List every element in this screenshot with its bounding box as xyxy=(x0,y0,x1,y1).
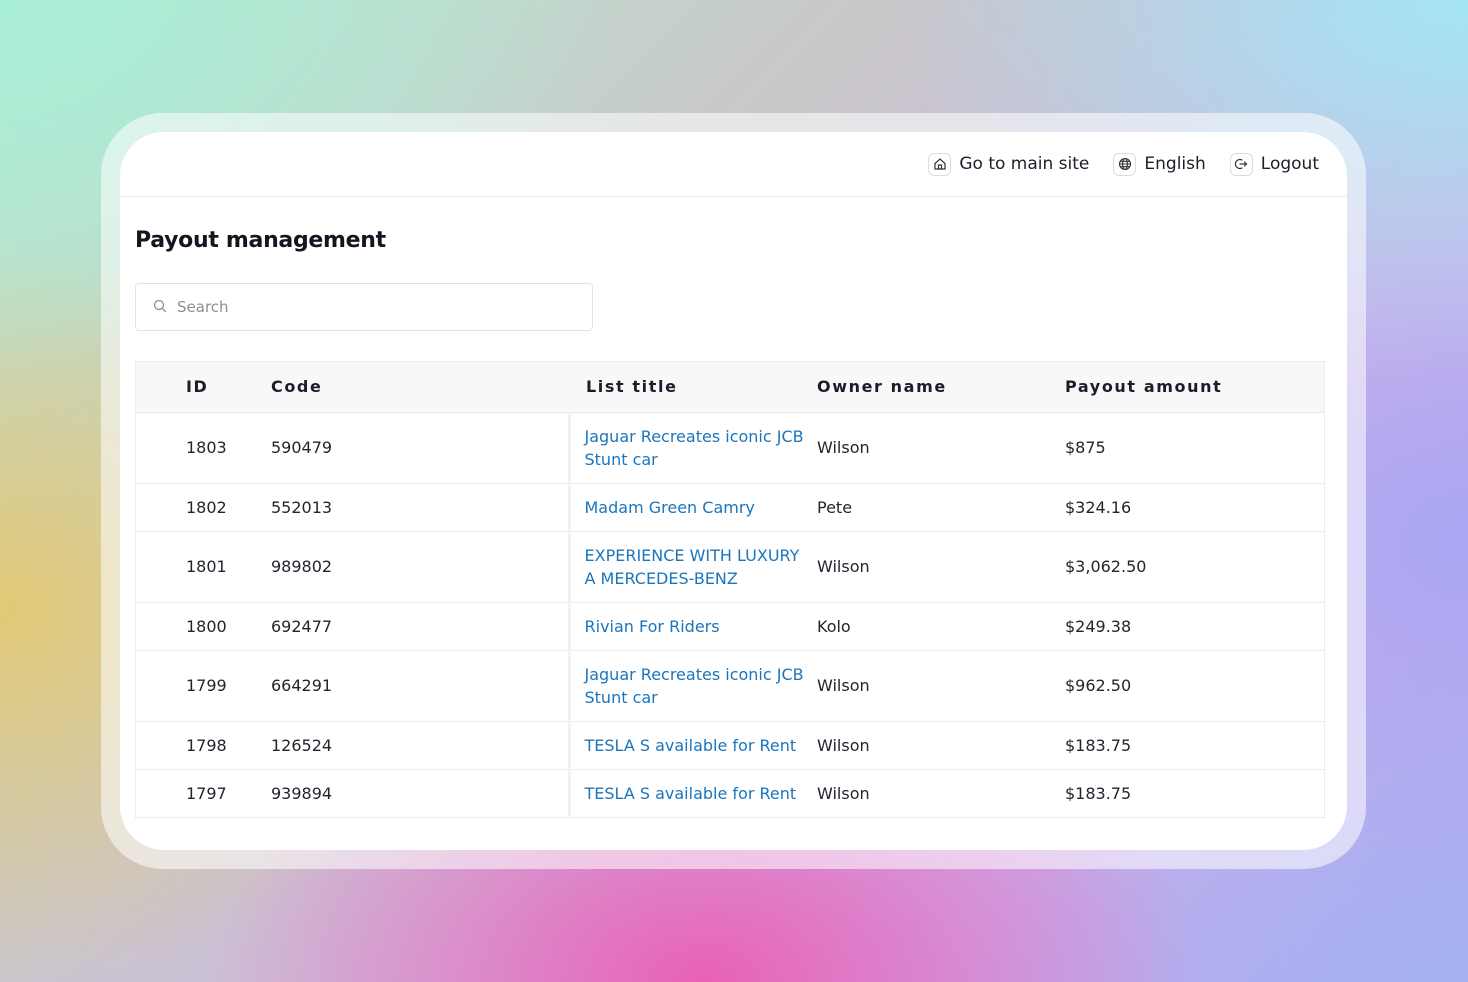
cell-list-title: Madam Green Camry xyxy=(567,483,817,532)
globe-icon xyxy=(1113,152,1137,176)
cell-list-title: EXPERIENCE WITH LUXURY A MERCEDES-BENZ xyxy=(567,531,817,603)
cell-code: 552013 xyxy=(271,483,569,532)
cell-id: 1803 xyxy=(136,412,271,484)
list-title-link[interactable]: Jaguar Recreates iconic JCB Stunt car xyxy=(585,665,804,707)
cell-amount: $183.75 xyxy=(1065,769,1324,818)
cell-owner: Wilson xyxy=(817,769,1065,818)
cell-amount: $324.16 xyxy=(1065,483,1324,532)
cell-amount: $3,062.50 xyxy=(1065,531,1324,603)
cell-amount: $875 xyxy=(1065,412,1324,484)
table-header-row: ID Code List title Owner name Payout amo… xyxy=(136,362,1324,413)
cell-owner: Wilson xyxy=(817,531,1065,603)
language-selector[interactable]: English xyxy=(1113,152,1206,176)
list-title-link[interactable]: Madam Green Camry xyxy=(585,498,755,517)
cell-owner: Wilson xyxy=(817,412,1065,484)
column-header-list-title[interactable]: List title xyxy=(569,362,817,413)
list-title-link[interactable]: Jaguar Recreates iconic JCB Stunt car xyxy=(585,427,804,469)
cell-list-title: Jaguar Recreates iconic JCB Stunt car xyxy=(567,412,817,484)
go-to-main-site-link[interactable]: Go to main site xyxy=(928,152,1090,176)
search-icon xyxy=(153,298,167,317)
cell-list-title: TESLA S available for Rent xyxy=(567,769,817,818)
cell-code: 126524 xyxy=(271,721,569,770)
search-input[interactable] xyxy=(177,298,577,316)
logout-icon xyxy=(1229,152,1253,176)
cell-code: 989802 xyxy=(271,531,569,603)
cell-id: 1799 xyxy=(136,650,271,722)
cell-owner: Wilson xyxy=(817,650,1065,722)
top-navigation: Go to main site English Logout xyxy=(120,132,1347,197)
table-row: 1800 692477 Rivian For Riders Kolo $249.… xyxy=(136,602,1324,651)
list-title-link[interactable]: Rivian For Riders xyxy=(585,617,720,636)
cell-amount: $962.50 xyxy=(1065,650,1324,722)
cell-list-title: Jaguar Recreates iconic JCB Stunt car xyxy=(567,650,817,722)
cell-amount: $249.38 xyxy=(1065,602,1324,651)
list-title-link[interactable]: TESLA S available for Rent xyxy=(585,736,797,755)
column-header-code[interactable]: Code xyxy=(271,362,569,413)
column-header-owner-name[interactable]: Owner name xyxy=(817,362,1065,413)
search-box[interactable] xyxy=(135,283,593,331)
cell-list-title: Rivian For Riders xyxy=(567,602,817,651)
payout-table: ID Code List title Owner name Payout amo… xyxy=(135,361,1325,818)
cell-list-title: TESLA S available for Rent xyxy=(567,721,817,770)
table-row: 1798 126524 TESLA S available for Rent W… xyxy=(136,721,1324,770)
column-header-payout-amount[interactable]: Payout amount xyxy=(1065,362,1324,413)
cell-id: 1797 xyxy=(136,769,271,818)
cell-id: 1801 xyxy=(136,531,271,603)
table-row: 1797 939894 TESLA S available for Rent W… xyxy=(136,769,1324,818)
cell-owner: Kolo xyxy=(817,602,1065,651)
cell-id: 1798 xyxy=(136,721,271,770)
column-header-id[interactable]: ID xyxy=(136,362,271,413)
table-row: 1799 664291 Jaguar Recreates iconic JCB … xyxy=(136,650,1324,722)
cell-code: 664291 xyxy=(271,650,569,722)
page-title: Payout management xyxy=(135,228,386,253)
home-icon xyxy=(928,152,952,176)
cell-code: 590479 xyxy=(271,412,569,484)
cell-owner: Pete xyxy=(817,483,1065,532)
go-to-main-site-label: Go to main site xyxy=(959,154,1090,174)
table-row: 1802 552013 Madam Green Camry Pete $324.… xyxy=(136,483,1324,532)
logout-label: Logout xyxy=(1260,154,1319,174)
cell-code: 692477 xyxy=(271,602,569,651)
cell-amount: $183.75 xyxy=(1065,721,1324,770)
app-window: Go to main site English Logout Payout ma… xyxy=(120,132,1347,850)
cell-code: 939894 xyxy=(271,769,569,818)
logout-button[interactable]: Logout xyxy=(1229,152,1319,176)
table-row: 1801 989802 EXPERIENCE WITH LUXURY A MER… xyxy=(136,531,1324,603)
cell-id: 1800 xyxy=(136,602,271,651)
cell-id: 1802 xyxy=(136,483,271,532)
table-row: 1803 590479 Jaguar Recreates iconic JCB … xyxy=(136,412,1324,484)
cell-owner: Wilson xyxy=(817,721,1065,770)
list-title-link[interactable]: EXPERIENCE WITH LUXURY A MERCEDES-BENZ xyxy=(585,546,800,588)
language-label: English xyxy=(1144,154,1206,174)
list-title-link[interactable]: TESLA S available for Rent xyxy=(585,784,797,803)
